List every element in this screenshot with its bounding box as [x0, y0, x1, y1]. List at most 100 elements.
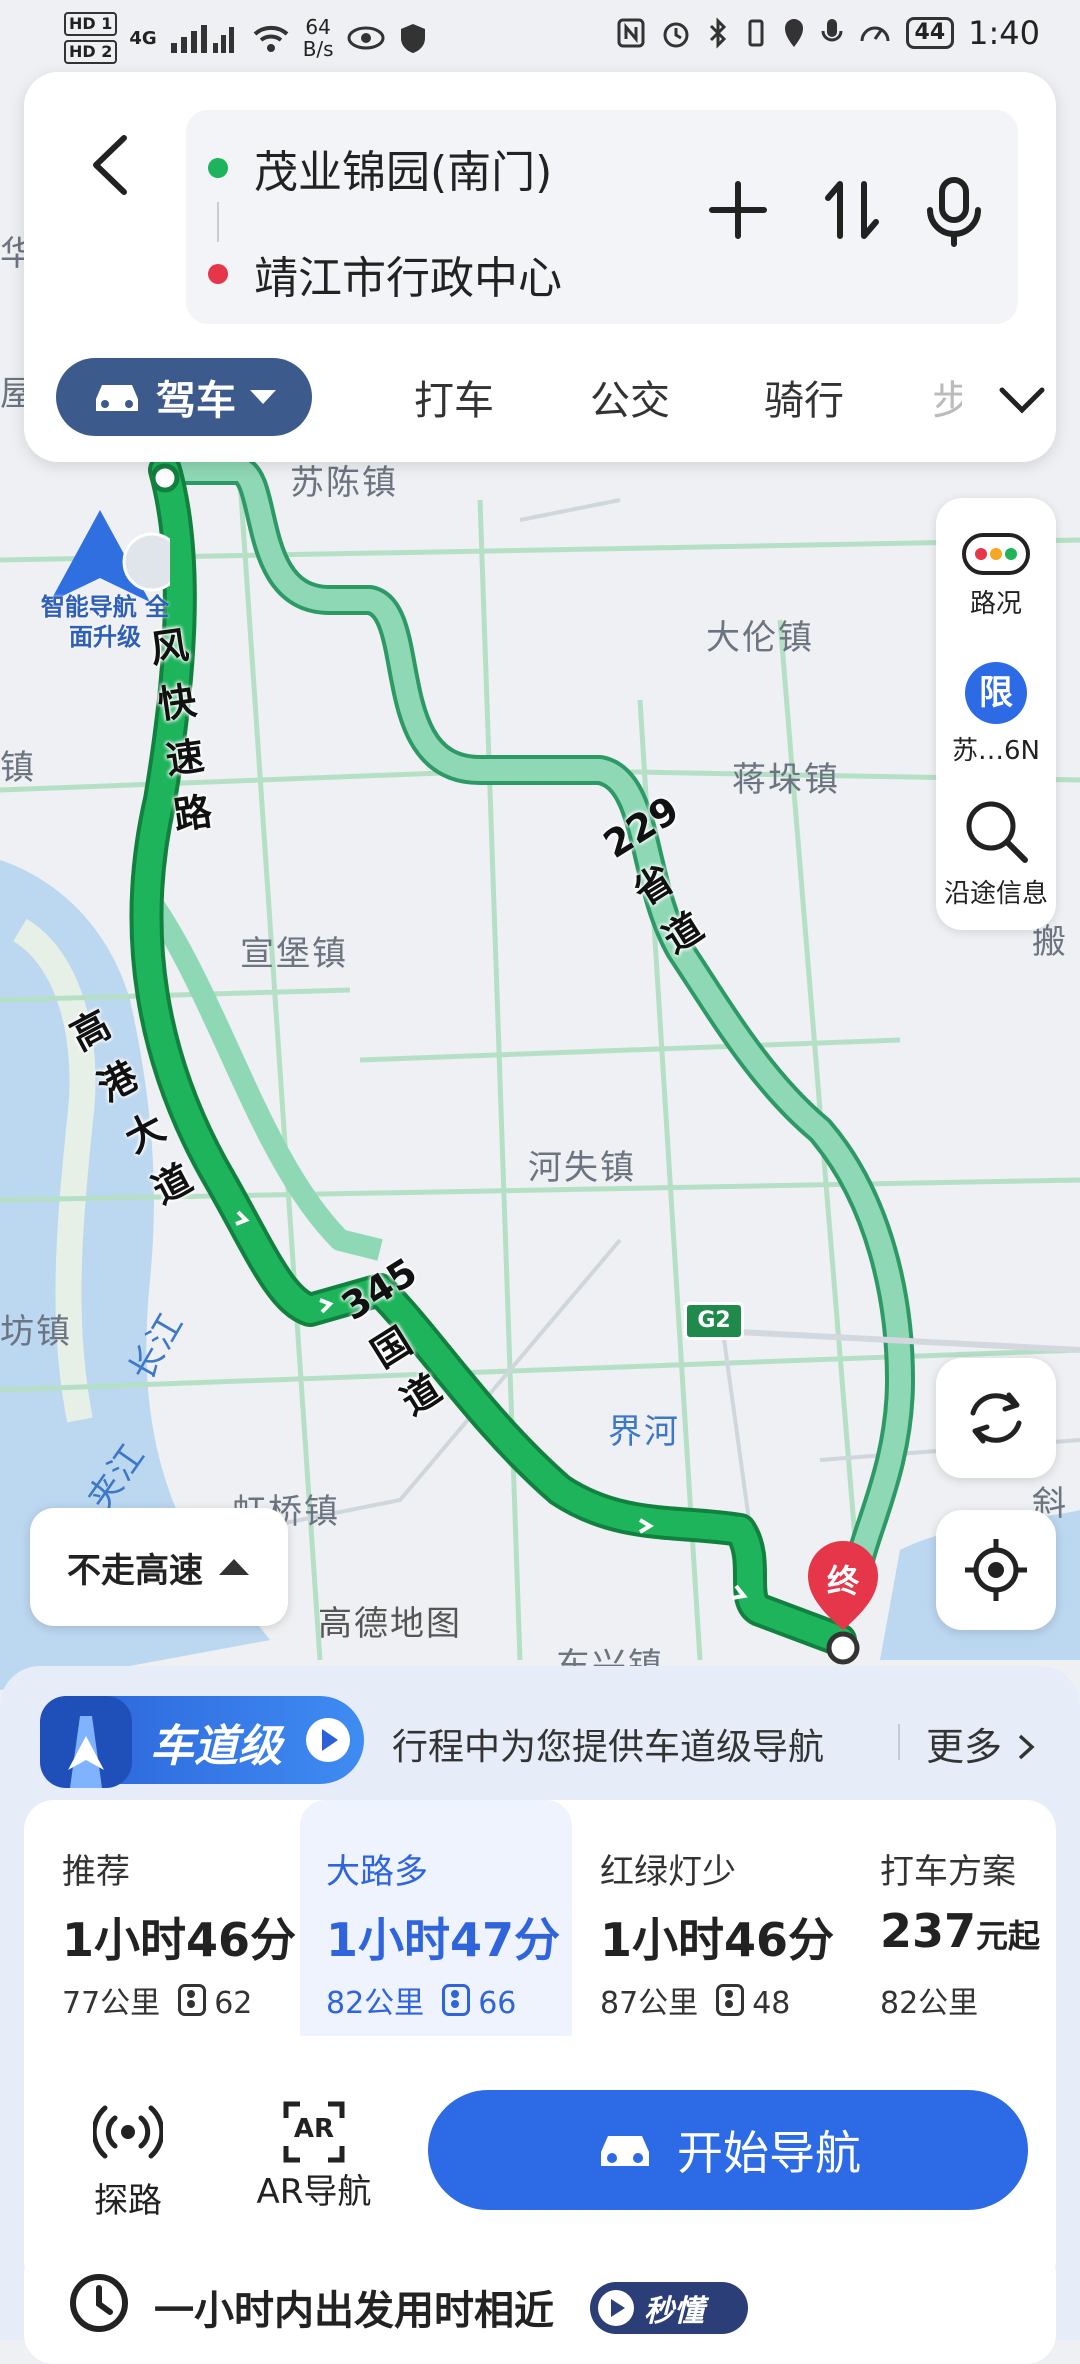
locate-icon	[965, 1539, 1027, 1601]
start-navigation-button[interactable]: 开始导航	[428, 2090, 1028, 2210]
start-point	[150, 463, 180, 493]
sim1-hd-badge: HD 1	[64, 12, 118, 36]
place-label: 河失镇	[528, 1148, 636, 1188]
nfc-icon	[617, 18, 645, 48]
traffic-light-icon	[962, 533, 1030, 575]
option-lights: 62	[214, 1986, 253, 2021]
place-label: 大伦镇	[706, 618, 814, 658]
wifi-icon	[253, 25, 289, 52]
traffic-label: 路况	[969, 589, 1022, 619]
tab-taxi[interactable]: 打车	[414, 368, 494, 426]
option-lights: 48	[752, 1986, 791, 2021]
ar-navigation-button[interactable]: AR AR导航	[244, 2100, 384, 2213]
add-waypoint-button[interactable]	[698, 170, 778, 250]
back-arrow-icon	[93, 135, 127, 195]
lane-navigation-banner[interactable]: 车道级 行程中为您提供车道级导航 更多	[40, 1690, 1040, 1790]
origin-text: 茂业锦园(南门)	[254, 147, 553, 198]
route-input-box: 茂业锦园(南门) 靖江市行政中心	[186, 110, 1018, 324]
place-label: 苏陈镇	[290, 463, 398, 503]
tab-drive[interactable]: 驾车	[56, 358, 312, 436]
restriction-label: 苏…6N	[952, 736, 1040, 766]
dropdown-triangle-icon	[250, 390, 276, 404]
place-label: 蒋垛镇	[732, 760, 840, 800]
restriction-badge-icon: 限	[965, 662, 1027, 724]
my-location-button[interactable]	[936, 1510, 1056, 1630]
option-duration: 1小时46分	[600, 1913, 835, 1967]
restriction-info[interactable]: 限 苏…6N	[936, 662, 1056, 767]
explore-label: 探路	[94, 2181, 162, 2221]
traffic-light-count-icon	[178, 1984, 207, 2016]
broadcast-icon	[91, 2105, 165, 2159]
route-options-card: 推荐 1小时46分 77公里 62 大路多 1小时47分 82公里 66 红绿灯少 …	[24, 1800, 1056, 2290]
route-option-recommended[interactable]: 推荐 1小时46分 77公里 62	[62, 1800, 302, 2036]
route-option-fewer-lights[interactable]: 红绿灯少 1小时46分 87公里 48	[600, 1800, 840, 2036]
option-lights: 66	[478, 1986, 517, 2021]
option-price-unit: 元起	[976, 1917, 1041, 1955]
ar-navigation-label: AR导航	[256, 2172, 372, 2212]
signal-icon	[170, 25, 234, 53]
origin-row[interactable]: 茂业锦园(南门)	[208, 136, 552, 200]
route-options-panel: 车道级 行程中为您提供车道级导航 更多 推荐 1小时46分 77公里 62 大路多…	[0, 1666, 1080, 2340]
transport-mode-tabs: 驾车 打车 公交 骑行 步	[56, 358, 1045, 438]
back-button[interactable]	[64, 120, 154, 210]
lane-badge[interactable]: 车道级	[40, 1696, 364, 1788]
voice-input-button[interactable]	[914, 170, 994, 250]
lane-title: 车道级	[150, 1721, 282, 1772]
vibrate-icon	[748, 19, 764, 47]
traffic-light-count-icon	[716, 1984, 745, 2016]
mic-status-icon	[821, 19, 843, 42]
smart-nav-promo[interactable]: 智能导航 全面升级	[30, 506, 182, 666]
destination-row[interactable]: 靖江市行政中心	[208, 242, 562, 306]
divider	[898, 1724, 900, 1760]
swap-route-button[interactable]	[812, 170, 892, 250]
chevron-right-icon	[1018, 1734, 1035, 1760]
tab-cycling[interactable]: 骑行	[764, 368, 844, 426]
option-name: 打车方案	[880, 1852, 1016, 1892]
bluetooth-icon	[709, 17, 726, 49]
caret-up-icon	[219, 1559, 249, 1575]
departure-tip-card[interactable]: 一小时内出发用时相近 秒懂	[24, 2244, 1056, 2364]
place-label: 宣堡镇	[240, 934, 348, 974]
clock-icon	[70, 2274, 128, 2332]
route-connector	[217, 202, 219, 242]
lane-more-link[interactable]: 更多	[926, 1716, 1038, 1771]
place-label: 镇	[0, 748, 36, 788]
play-icon	[306, 1718, 350, 1762]
route-search-card: 茂业锦园(南门) 靖江市行政中心 驾车 打车 公交 骑行 步	[24, 72, 1056, 462]
map-watermark: 高德地图	[318, 1604, 462, 1644]
sim2-hd-badge: HD 2	[64, 40, 118, 64]
avoid-highway-toggle[interactable]: 不走高速	[30, 1508, 288, 1626]
refresh-route-button[interactable]	[936, 1358, 1056, 1478]
along-route-search[interactable]: 沿途信息	[936, 796, 1056, 910]
option-distance: 82公里	[326, 1986, 425, 2021]
swap-icon	[825, 181, 879, 239]
route-option-main-roads[interactable]: 大路多 1小时47分 82公里 66	[326, 1800, 566, 2036]
option-name: 红绿灯少	[600, 1852, 736, 1892]
microphone-icon	[927, 177, 981, 247]
traffic-toggle[interactable]: 路况	[936, 532, 1056, 620]
option-name: 推荐	[62, 1852, 130, 1892]
more-label: 更多	[926, 1725, 1003, 1769]
tab-walk[interactable]: 步	[932, 368, 962, 426]
expand-tabs-button[interactable]	[992, 370, 1052, 430]
start-navigation-label: 开始导航	[677, 2126, 861, 2180]
option-distance: 82公里	[880, 1986, 979, 2021]
tab-bus[interactable]: 公交	[590, 368, 670, 426]
option-price: 237	[880, 1904, 977, 1958]
avoid-highway-label: 不走高速	[67, 1550, 203, 1591]
clock: 1:40	[968, 14, 1040, 52]
explore-route-button[interactable]: 探路	[68, 2100, 188, 2222]
network-type: 4G	[129, 27, 157, 49]
highway-badge-g2: G2	[684, 1302, 744, 1340]
option-duration: 1小时47分	[326, 1913, 561, 1967]
along-route-label: 沿途信息	[943, 879, 1048, 909]
option-name: 大路多	[326, 1852, 428, 1892]
traffic-light-count-icon	[442, 1984, 471, 2016]
quick-explain-badge[interactable]: 秒懂	[590, 2282, 748, 2334]
route-option-taxi[interactable]: 打车方案 237元起 82公里	[880, 1800, 1050, 2036]
car-icon	[96, 385, 138, 411]
play-icon	[598, 2290, 634, 2326]
promo-text: 智能导航 全面升级	[40, 593, 170, 651]
refresh-icon	[970, 1392, 1022, 1444]
plus-icon	[709, 181, 767, 239]
